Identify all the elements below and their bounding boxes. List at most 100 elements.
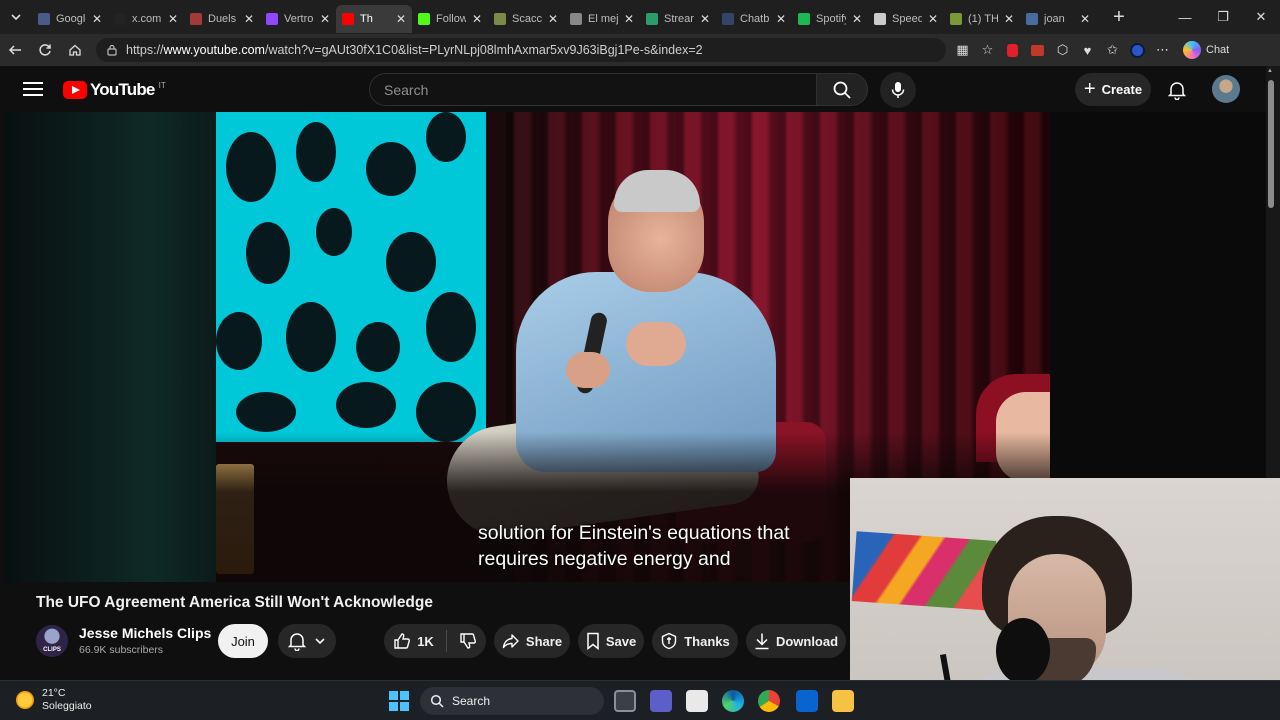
edge-browser-icon[interactable]	[722, 690, 744, 712]
channel-avatar[interactable]: CLIPS	[36, 625, 68, 657]
tab-favicon-icon	[494, 13, 506, 25]
tab-close-icon[interactable]: ✕	[624, 12, 634, 26]
weather-condition: Soleggiato	[42, 700, 92, 712]
like-dislike-group: 1K	[384, 624, 486, 658]
teams-icon[interactable]	[650, 690, 672, 712]
tab-close-icon[interactable]: ✕	[1080, 12, 1090, 26]
minimize-button[interactable]: —	[1166, 0, 1204, 34]
subscription-notifications-button[interactable]	[278, 624, 336, 658]
reader-view-icon[interactable]: ▦	[950, 34, 975, 66]
outlook-icon[interactable]	[796, 690, 818, 712]
scroll-up-arrow-icon[interactable]: ▲	[1267, 68, 1273, 74]
share-button[interactable]: Share	[494, 624, 570, 658]
browser-tab[interactable]: El mej ✕	[564, 5, 640, 33]
wall-painting	[851, 531, 997, 611]
back-button[interactable]	[0, 34, 30, 66]
scrollbar-thumb[interactable]	[1268, 80, 1274, 208]
bookmark-icon	[587, 632, 599, 650]
browser-tab[interactable]: Speed ✕	[868, 5, 944, 33]
chrome-icon[interactable]	[758, 690, 780, 712]
extension-counter-icon[interactable]	[1025, 34, 1050, 66]
search-input[interactable]	[384, 81, 816, 98]
browser-tab[interactable]: Follow ✕	[412, 5, 488, 33]
refresh-button[interactable]	[30, 34, 60, 66]
close-window-button[interactable]: ✕	[1242, 0, 1280, 34]
address-toolbar: https://www.youtube.com/watch?v=gAUt30fX…	[0, 34, 1280, 66]
tab-close-icon[interactable]: ✕	[472, 12, 482, 26]
channel-name[interactable]: Jesse Michels Clips	[79, 625, 211, 641]
tab-close-icon[interactable]: ✕	[548, 12, 558, 26]
tab-close-icon[interactable]: ✕	[92, 12, 102, 26]
chevron-down-icon	[315, 638, 325, 645]
save-button[interactable]: Save	[578, 624, 644, 658]
browser-tab[interactable]: Google ✕	[32, 5, 108, 33]
tab-close-icon[interactable]: ✕	[320, 12, 330, 26]
search-icon	[833, 81, 851, 99]
profile-icon[interactable]	[1125, 34, 1150, 66]
site-info-icon[interactable]	[106, 44, 118, 56]
search-button[interactable]	[816, 73, 868, 106]
more-options-icon[interactable]: ⋯	[1150, 34, 1175, 66]
browser-tab[interactable]: Vertro ✕	[260, 5, 336, 33]
notifications-button[interactable]	[1164, 77, 1190, 103]
weather-widget[interactable]: 21°C Soleggiato	[16, 687, 92, 713]
browser-tab[interactable]: Strean ✕	[640, 5, 716, 33]
browser-tab[interactable]: x.com ✕	[108, 5, 184, 33]
thumbs-down-icon[interactable]	[459, 632, 477, 650]
voice-search-button[interactable]	[880, 72, 916, 108]
tab-close-icon[interactable]: ✕	[700, 12, 710, 26]
tab-close-icon[interactable]: ✕	[396, 12, 406, 26]
country-code: IT	[158, 80, 166, 90]
menu-hamburger-icon[interactable]	[20, 79, 46, 99]
like-count[interactable]: 1K	[417, 634, 434, 649]
copilot-chat-button[interactable]: Chat	[1183, 41, 1229, 59]
tab-close-icon[interactable]: ✕	[168, 12, 178, 26]
taskbar-search[interactable]: Search	[420, 687, 604, 715]
home-button[interactable]	[60, 34, 90, 66]
window-controls: — ❐ ✕	[1166, 0, 1280, 34]
tab-close-icon[interactable]: ✕	[928, 12, 938, 26]
restore-button[interactable]: ❐	[1204, 0, 1242, 34]
file-explorer-icon[interactable]	[832, 690, 854, 712]
channel-avatar-text: CLIPS	[43, 647, 61, 653]
browser-tab[interactable]: Duels ✕	[184, 5, 260, 33]
store-icon[interactable]	[686, 690, 708, 712]
browser-tab[interactable]: Scacc ✕	[488, 5, 564, 33]
thanks-button[interactable]: Thanks	[652, 624, 738, 658]
youtube-logo[interactable]: YouTube IT	[63, 80, 166, 100]
subscriber-count: 66.9K subscribers	[79, 644, 164, 656]
favorite-star-icon[interactable]: ☆	[975, 34, 1000, 66]
performance-icon[interactable]: ♥	[1075, 34, 1100, 66]
share-arrow-icon	[502, 634, 519, 649]
tab-close-icon[interactable]: ✕	[244, 12, 254, 26]
tab-close-icon[interactable]: ✕	[776, 12, 786, 26]
search-icon	[430, 694, 444, 708]
account-avatar[interactable]	[1212, 75, 1240, 103]
browser-tab[interactable]: Chatb ✕	[716, 5, 792, 33]
join-button[interactable]: Join	[218, 624, 268, 658]
download-button[interactable]: Download	[746, 624, 846, 658]
extension-red-icon[interactable]	[1000, 34, 1025, 66]
bell-icon	[288, 633, 306, 651]
favorites-icon[interactable]: ✩	[1100, 34, 1125, 66]
tab-favicon-icon	[418, 13, 430, 25]
extensions-puzzle-icon[interactable]: ⬡	[1050, 34, 1075, 66]
tab-label: Strean	[664, 13, 694, 25]
thumbs-up-icon[interactable]	[393, 632, 411, 650]
browser-tab[interactable]: (1) TH ✕	[944, 5, 1020, 33]
create-button[interactable]: + Create	[1075, 73, 1151, 106]
browser-tab[interactable]: joan ✕	[1020, 5, 1096, 33]
browser-tab[interactable]: Th ✕	[336, 5, 412, 33]
tab-actions-menu-button[interactable]	[0, 0, 32, 34]
task-view-icon[interactable]	[614, 690, 636, 712]
tab-close-icon[interactable]: ✕	[852, 12, 862, 26]
browser-tab[interactable]: Spotify ✕	[792, 5, 868, 33]
youtube-wordmark: YouTube	[90, 80, 155, 99]
address-bar[interactable]: https://www.youtube.com/watch?v=gAUt30fX…	[96, 38, 946, 62]
new-tab-button[interactable]: +	[1102, 0, 1136, 34]
start-windows-icon[interactable]	[389, 691, 409, 711]
copilot-icon	[1183, 41, 1201, 59]
tab-close-icon[interactable]: ✕	[1004, 12, 1014, 26]
tab-favicon-icon	[266, 13, 278, 25]
ambient-left	[4, 112, 216, 582]
